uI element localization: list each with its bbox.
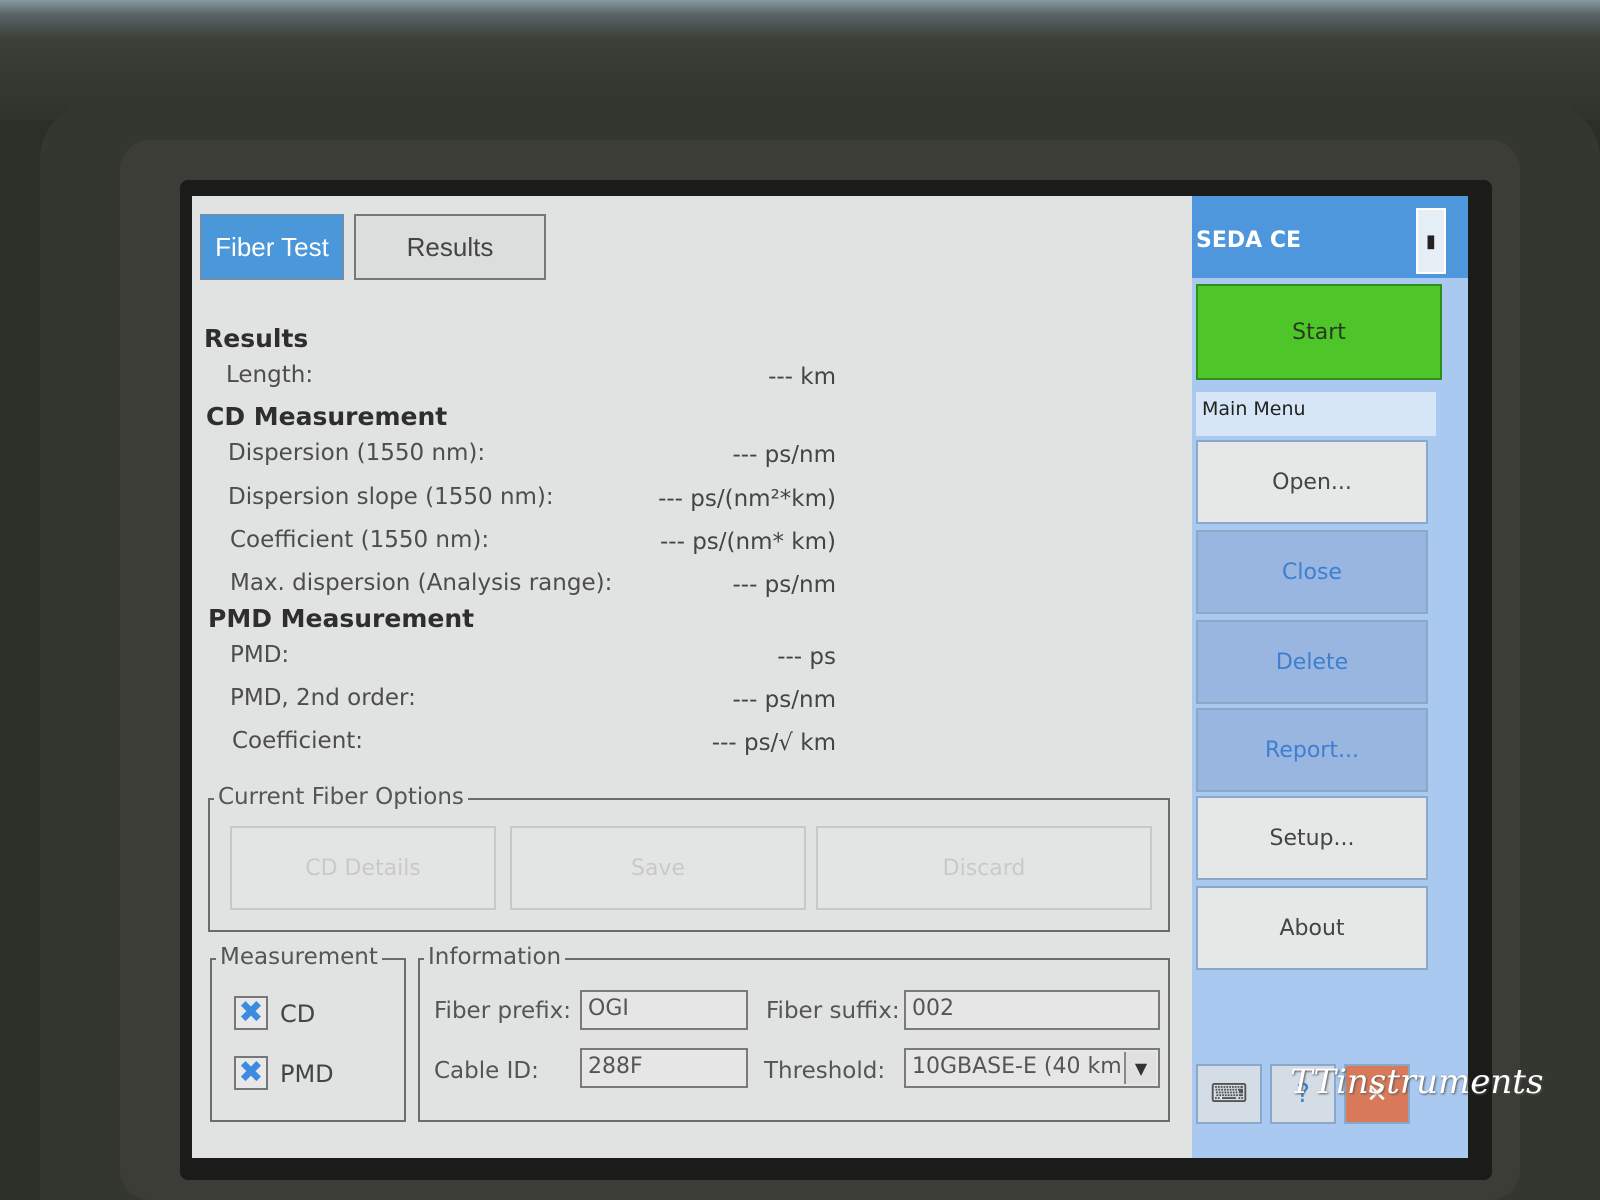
pmd-2nd-order-value: --- ps/nm xyxy=(732,687,836,713)
discard-button[interactable]: Discard xyxy=(816,826,1152,910)
cd-checkbox-label: CD xyxy=(280,1000,316,1028)
information-legend: Information xyxy=(424,944,566,970)
pmd-coefficient-label: Coefficient: xyxy=(232,728,364,754)
main-menu-header: Main Menu xyxy=(1196,392,1436,436)
threshold-value: 10GBASE-E (40 km xyxy=(912,1054,1122,1079)
fiber-prefix-field[interactable]: OGI xyxy=(580,990,748,1030)
sidebar: SEDA CE ▮ Start Main Menu Open... Close … xyxy=(1192,196,1468,1158)
close-button[interactable]: Close xyxy=(1196,530,1428,614)
fiber-suffix-field[interactable]: 002 xyxy=(904,990,1160,1030)
cd-max-dispersion-value: --- ps/nm xyxy=(732,572,836,598)
pmd-coefficient-value: --- ps/√ km xyxy=(711,730,836,756)
brand-title: SEDA CE xyxy=(1196,228,1301,253)
fiber-prefix-label: Fiber prefix: xyxy=(434,998,572,1024)
checkbox-checked-icon: ✖ xyxy=(238,1055,264,1090)
length-label: Length: xyxy=(226,362,314,388)
setup-button[interactable]: Setup... xyxy=(1196,796,1428,880)
report-button[interactable]: Report... xyxy=(1196,708,1428,792)
fiber-options-legend: Current Fiber Options xyxy=(214,784,468,810)
pmd-checkbox[interactable]: ✖ xyxy=(234,1056,268,1090)
pmd-value: --- ps xyxy=(777,644,836,670)
cd-coefficient-label: Coefficient (1550 nm): xyxy=(230,527,490,553)
screen: Fiber Test Results Results Length: --- k… xyxy=(192,196,1468,1158)
cd-dispersion-value: --- ps/nm xyxy=(732,442,836,468)
cd-checkbox[interactable]: ✖ xyxy=(234,996,268,1030)
cd-details-button[interactable]: CD Details xyxy=(230,826,496,910)
cd-coefficient-value: --- ps/(nm* km) xyxy=(659,529,836,555)
pmd-checkbox-label: PMD xyxy=(280,1060,334,1088)
information-group xyxy=(418,958,1170,1122)
chevron-down-icon[interactable]: ▼ xyxy=(1124,1052,1156,1084)
results-heading: Results xyxy=(204,324,309,353)
battery-icon: ▮ xyxy=(1416,208,1446,274)
main-panel: Fiber Test Results Results Length: --- k… xyxy=(192,196,1220,1158)
start-button[interactable]: Start xyxy=(1196,284,1442,380)
cd-dispersion-label: Dispersion (1550 nm): xyxy=(228,440,486,466)
checkbox-checked-icon: ✖ xyxy=(238,995,264,1030)
measurement-legend: Measurement xyxy=(216,944,382,970)
tab-results[interactable]: Results xyxy=(354,214,546,280)
watermark-logo: TTinstruments xyxy=(1290,1062,1544,1102)
pmd-2nd-order-label: PMD, 2nd order: xyxy=(230,685,416,711)
tab-fiber-test[interactable]: Fiber Test xyxy=(200,214,344,280)
length-value: --- km xyxy=(768,364,836,390)
cable-id-field[interactable]: 288F xyxy=(580,1048,748,1088)
fiber-suffix-label: Fiber suffix: xyxy=(766,998,900,1024)
cd-measurement-heading: CD Measurement xyxy=(206,402,448,431)
sidebar-header: SEDA CE ▮ xyxy=(1192,196,1468,278)
delete-button[interactable]: Delete xyxy=(1196,620,1428,704)
keyboard-icon[interactable]: ⌨ xyxy=(1196,1064,1262,1124)
cd-slope-value: --- ps/(nm²*km) xyxy=(658,486,836,512)
measurement-group xyxy=(210,958,406,1122)
open-button[interactable]: Open... xyxy=(1196,440,1428,524)
cable-id-label: Cable ID: xyxy=(434,1058,539,1084)
pmd-label: PMD: xyxy=(230,642,290,668)
threshold-label: Threshold: xyxy=(764,1058,886,1084)
save-button[interactable]: Save xyxy=(510,826,806,910)
about-button[interactable]: About xyxy=(1196,886,1428,970)
threshold-select[interactable]: 10GBASE-E (40 km ▼ xyxy=(904,1048,1160,1088)
cd-slope-label: Dispersion slope (1550 nm): xyxy=(228,484,554,510)
pmd-measurement-heading: PMD Measurement xyxy=(208,604,475,633)
